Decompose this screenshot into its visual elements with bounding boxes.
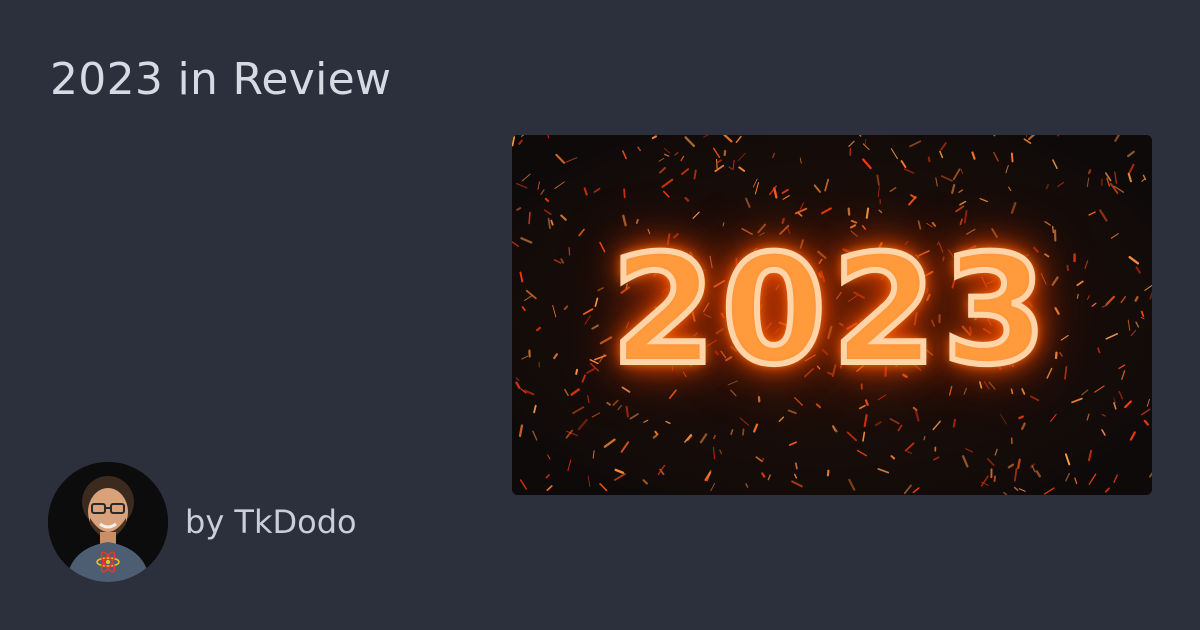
author-avatar[interactable] xyxy=(48,462,168,582)
post-title: 2023 in Review xyxy=(50,54,392,105)
hero-image: 2023 xyxy=(512,135,1152,495)
person-icon xyxy=(48,462,168,582)
author-byline: by TkDodo xyxy=(185,503,357,541)
year-glow-text: 2023 xyxy=(608,221,1053,401)
